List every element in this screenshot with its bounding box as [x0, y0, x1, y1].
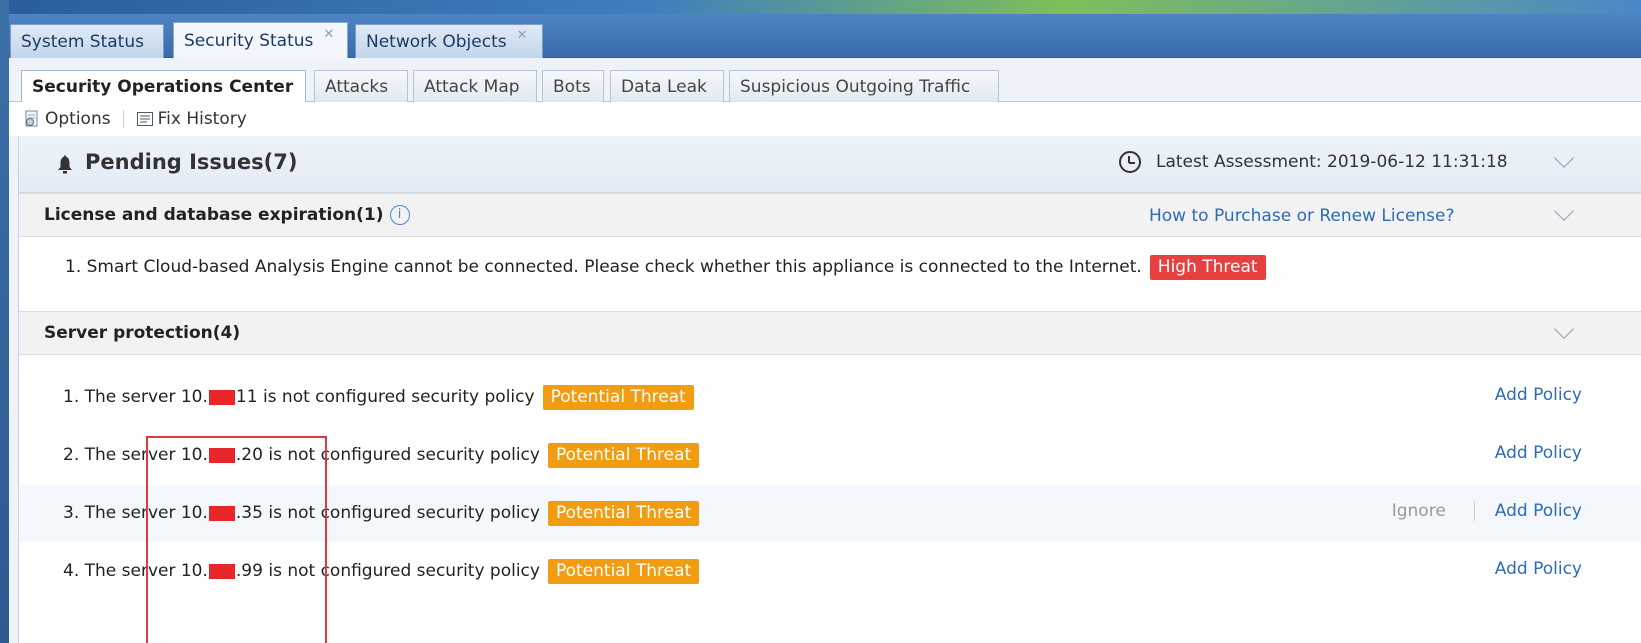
pending-issues-title: Pending Issues(7) — [85, 150, 298, 174]
annotation-highlight-box — [146, 436, 327, 643]
list-item: 1. The server 10. 11 is not configured se… — [63, 385, 694, 410]
add-policy-link[interactable]: Add Policy — [1495, 443, 1582, 463]
toolbar: Options Fix History — [9, 102, 1641, 136]
soc-content: Pending Issues(7) Latest Assessment: 201… — [18, 136, 1641, 643]
window-left-edge — [0, 0, 9, 643]
list-item: 1. Smart Cloud-based Analysis Engine can… — [65, 255, 1266, 280]
clock-icon — [1119, 151, 1141, 173]
server-protection-header[interactable]: Server protection(4) — [19, 311, 1641, 355]
toolbar-divider — [122, 110, 124, 128]
redaction-mark — [208, 389, 235, 405]
security-status-panel: Security Operations Center Attacks Attac… — [9, 58, 1641, 643]
tab-label: Data Leak — [621, 76, 707, 97]
tab-label: Attacks — [325, 76, 389, 97]
tab-network-objects[interactable]: Network Objects ✕ — [355, 24, 543, 58]
chevron-down-icon[interactable] — [1554, 148, 1574, 168]
purchase-renew-license-link[interactable]: How to Purchase or Renew License? — [1149, 206, 1455, 226]
options-label: Options — [45, 109, 111, 129]
tab-label: Security Operations Center — [32, 77, 294, 97]
tab-data-leak[interactable]: Data Leak — [610, 70, 724, 102]
tab-system-status[interactable]: System Status — [10, 24, 164, 58]
latest-assessment: Latest Assessment: 2019-06-12 11:31:18 — [1156, 152, 1508, 172]
chevron-down-icon[interactable] — [1554, 201, 1574, 221]
fix-history-button[interactable]: Fix History — [136, 109, 247, 129]
tab-bots[interactable]: Bots — [542, 70, 604, 102]
server-protection-title: Server protection(4) — [44, 323, 241, 343]
license-issue-row: 1. Smart Cloud-based Analysis Engine can… — [19, 237, 1641, 294]
row-actions: Ignore Add Policy — [1392, 501, 1582, 521]
close-icon[interactable]: ✕ — [323, 27, 334, 42]
potential-threat-badge: Potential Threat — [547, 501, 700, 526]
tab-label: Bots — [553, 76, 591, 97]
row-actions: Add Policy — [1495, 559, 1582, 579]
options-button[interactable]: Options — [23, 109, 111, 129]
tab-suspicious-outgoing-traffic[interactable]: Suspicious Outgoing Traffic — [729, 70, 999, 102]
pending-issues-header[interactable]: Pending Issues(7) Latest Assessment: 201… — [19, 136, 1641, 193]
window-top-strip — [0, 0, 1641, 14]
inner-tab-bar: Security Operations Center Attacks Attac… — [9, 58, 1641, 103]
outer-tab-bar: System Status Security Status ✕ Network … — [9, 14, 1641, 58]
license-section-title: License and database expiration(1) i — [44, 205, 410, 225]
tab-label: Suspicious Outgoing Traffic — [740, 76, 971, 97]
row-actions: Add Policy — [1495, 385, 1582, 405]
tab-label: Security Status — [184, 30, 314, 51]
tab-attack-map[interactable]: Attack Map — [413, 70, 537, 102]
ignore-link[interactable]: Ignore — [1392, 501, 1446, 521]
fix-history-label: Fix History — [157, 109, 247, 129]
tab-security-operations-center[interactable]: Security Operations Center — [21, 70, 306, 103]
license-section-title-text: License and database expiration(1) — [44, 205, 384, 225]
potential-threat-badge: Potential Threat — [542, 385, 694, 410]
info-icon[interactable]: i — [389, 205, 410, 225]
server-issue-row: 1. The server 10. 11 is not configured se… — [19, 369, 1641, 426]
row-actions: Add Policy — [1495, 443, 1582, 463]
add-policy-link[interactable]: Add Policy — [1495, 501, 1582, 521]
tab-label: System Status — [21, 31, 144, 52]
add-policy-link[interactable]: Add Policy — [1495, 559, 1582, 579]
potential-threat-badge: Potential Threat — [547, 443, 700, 468]
options-icon — [23, 110, 41, 128]
issue-text: 1. Smart Cloud-based Analysis Engine can… — [65, 257, 1142, 277]
potential-threat-badge: Potential Threat — [547, 559, 700, 584]
add-policy-link[interactable]: Add Policy — [1495, 385, 1582, 405]
high-threat-badge: High Threat — [1149, 255, 1266, 280]
chevron-down-icon[interactable] — [1554, 319, 1574, 339]
issue-text-suffix: 11 is not configured security policy — [235, 387, 535, 407]
tab-attacks[interactable]: Attacks — [314, 70, 408, 102]
bell-icon — [56, 154, 74, 179]
tab-label: Attack Map — [424, 76, 520, 97]
close-icon[interactable]: ✕ — [517, 28, 528, 43]
license-section-header[interactable]: License and database expiration(1) i How … — [19, 193, 1641, 237]
issue-text-prefix: 1. The server 10. — [63, 387, 208, 407]
fix-history-icon — [136, 110, 154, 128]
tab-label: Network Objects — [366, 31, 507, 52]
action-divider — [1473, 501, 1475, 521]
tab-security-status[interactable]: Security Status ✕ — [173, 22, 348, 58]
